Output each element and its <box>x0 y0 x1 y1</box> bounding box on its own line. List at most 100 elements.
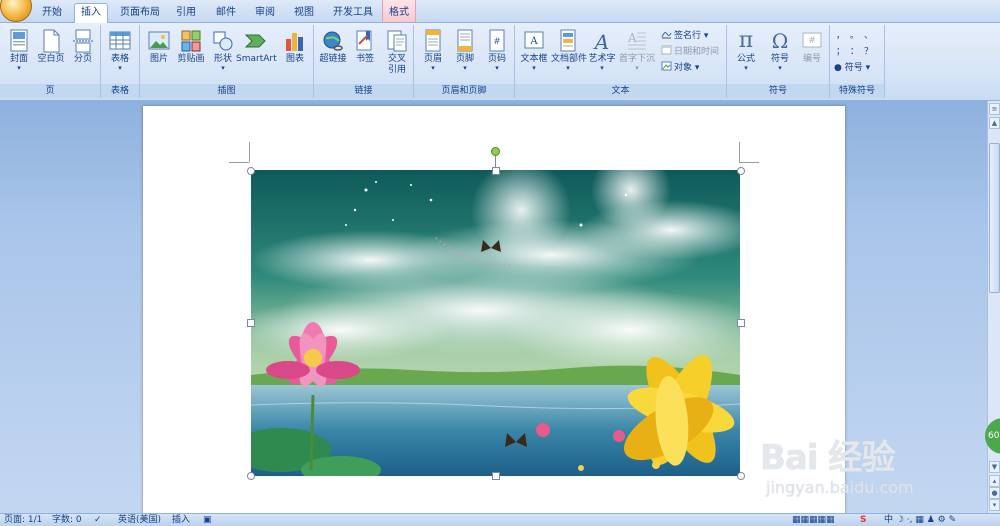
page-number-button[interactable]: # 页码 ▾ <box>480 27 514 81</box>
status-language[interactable]: 英语(美国) <box>118 514 161 526</box>
datetime-button[interactable]: 日期和时间 <box>661 45 719 59</box>
resize-handle-s[interactable] <box>492 472 500 480</box>
signature-label: 签名行 <box>674 31 702 41</box>
landscape-image <box>251 170 740 476</box>
office-button[interactable] <box>0 0 32 22</box>
clip-art-button[interactable]: 剪贴画 <box>174 27 208 81</box>
tab-developer[interactable]: 开发工具 <box>327 4 379 22</box>
tab-mailings[interactable]: 邮件 <box>210 4 242 22</box>
crop-mark <box>249 142 250 162</box>
equation-button[interactable]: π 公式 ▾ <box>729 27 763 81</box>
blank-page-icon <box>43 29 60 53</box>
picture-button[interactable]: 图片 <box>142 27 176 81</box>
textbox-icon: A <box>524 31 544 49</box>
ribbon-tab-bar: 开始 插入 页面布局 引用 邮件 审阅 视图 开发工具 格式 <box>0 0 1000 24</box>
baidu-jingyan-watermark: Bai 经验 jingyan.baidu.com <box>760 430 950 505</box>
signature-line-button[interactable]: 签名行 ▾ <box>661 29 708 43</box>
tab-home[interactable]: 开始 <box>36 4 68 22</box>
blank-page-button[interactable]: 空白页 <box>34 27 68 81</box>
select-browse-object-icon[interactable]: ● <box>989 487 1000 499</box>
scroll-down-icon[interactable]: ▼ <box>989 461 1000 473</box>
status-bar: 页面: 1/1 字数: 0 ✓ 英语(美国) 插入 ▣ ▦▦▦▦▦ S 中 ☽ … <box>0 513 1000 526</box>
resize-handle-se[interactable] <box>737 472 745 480</box>
footer-button[interactable]: 页脚 ▾ <box>448 27 482 81</box>
tab-review[interactable]: 审阅 <box>249 4 281 22</box>
spellcheck-icon[interactable]: ✓ <box>94 514 102 526</box>
special-symbol-button[interactable]: ● 符号 ▾ <box>834 61 870 75</box>
resize-handle-e[interactable] <box>737 319 745 327</box>
chevron-down-icon: ▾ <box>744 64 748 72</box>
chevron-down-icon: ▾ <box>463 64 467 72</box>
cross-reference-icon <box>387 30 407 52</box>
smartart-icon <box>245 34 266 48</box>
svg-text:A: A <box>529 36 538 47</box>
group-header-footer: 页眉 ▾ 页脚 ▾ # 页码 ▾ 页眉和页脚 <box>414 25 515 98</box>
chart-label: 图表 <box>285 54 304 64</box>
resize-handle-sw[interactable] <box>247 472 255 480</box>
special-mark-period[interactable]: 。 <box>850 29 859 43</box>
ime-toolbar[interactable]: 中 ☽ ·, ▦ ♟ ⚙ ✎ <box>884 514 956 526</box>
smartart-label: SmartArt <box>236 54 277 64</box>
status-word-count[interactable]: 字数: 0 <box>52 514 82 526</box>
status-page[interactable]: 页面: 1/1 <box>4 514 42 526</box>
rotate-handle[interactable] <box>491 147 500 156</box>
scroll-thumb[interactable] <box>989 143 1000 293</box>
special-mark-dunhao[interactable]: 、 <box>864 29 873 43</box>
group-label-symbols: 符号 <box>727 84 829 98</box>
tab-page-layout[interactable]: 页面布局 <box>114 4 166 22</box>
special-symbol-label: 符号 <box>844 63 863 73</box>
symbol-button[interactable]: Ω 符号 ▾ <box>763 27 797 81</box>
tab-format[interactable]: 格式 <box>382 0 416 22</box>
special-mark-question[interactable]: ？ <box>864 45 873 59</box>
wordart-button[interactable]: A 艺术字 ▾ <box>585 27 619 81</box>
table-button[interactable]: 表格 ▾ <box>103 27 137 81</box>
signature-icon <box>661 32 672 39</box>
ruler-toggle-icon[interactable]: ≡ <box>989 103 1000 115</box>
hyperlink-button[interactable]: 超链接 <box>316 27 350 81</box>
shapes-button[interactable]: 形状 ▾ <box>206 27 240 81</box>
tab-insert[interactable]: 插入 <box>74 3 108 24</box>
document-page[interactable] <box>143 106 845 526</box>
object-icon <box>661 61 672 71</box>
clip-art-icon <box>181 30 201 52</box>
group-symbols: π 公式 ▾ Ω 符号 ▾ # 编号 符号 <box>727 25 830 98</box>
bookmark-button[interactable]: 书签 <box>348 27 382 81</box>
group-label-table: 表格 <box>101 84 139 98</box>
ime-logo-icon[interactable]: S <box>860 514 866 526</box>
scroll-up-icon[interactable]: ▲ <box>989 117 1000 129</box>
dropcap-button[interactable]: A 首字下沉 ▾ <box>619 27 655 81</box>
smartart-button[interactable]: SmartArt <box>236 27 277 81</box>
special-mark-colon[interactable]: ： <box>850 45 859 59</box>
textbox-button[interactable]: A 文本框 ▾ <box>517 27 551 81</box>
tab-references[interactable]: 引用 <box>170 4 202 22</box>
special-mark-semicolon[interactable]: ； <box>836 45 845 59</box>
prev-page-icon[interactable]: ▴ <box>989 475 1000 487</box>
cover-page-icon <box>10 29 28 52</box>
cover-button[interactable]: 封面 ▾ <box>2 27 36 81</box>
next-page-icon[interactable]: ▾ <box>989 499 1000 511</box>
resize-handle-w[interactable] <box>247 319 255 327</box>
view-buttons[interactable]: ▦▦▦▦▦ <box>792 514 835 526</box>
inserted-picture[interactable] <box>251 170 740 476</box>
chevron-down-icon: ▾ <box>221 64 225 72</box>
header-button[interactable]: 页眉 ▾ <box>416 27 450 81</box>
resize-handle-ne[interactable] <box>737 167 745 175</box>
special-mark-comma[interactable]: ， <box>836 29 845 43</box>
tab-view[interactable]: 视图 <box>288 4 320 22</box>
status-insert-mode[interactable]: 插入 <box>172 514 190 526</box>
page-break-button[interactable]: 分页 <box>66 27 100 81</box>
omega-icon: Ω <box>771 29 789 53</box>
chart-button[interactable]: 图表 <box>278 27 312 81</box>
numbering-button[interactable]: # 编号 <box>795 27 829 81</box>
quick-parts-button[interactable]: 文档部件 ▾ <box>551 27 587 81</box>
macro-record-icon[interactable]: ▣ <box>203 514 212 526</box>
group-text: A 文本框 ▾ 文档部件 ▾ A 艺术字 ▾ A 首字下沉 ▾ 签名行 ▾ 日期… <box>515 25 727 98</box>
resize-handle-nw[interactable] <box>247 167 255 175</box>
bullet-icon: ● <box>834 63 842 73</box>
calendar-icon <box>661 45 672 55</box>
object-button[interactable]: 对象 ▾ <box>661 61 699 75</box>
bookmark-label: 书签 <box>355 54 374 64</box>
resize-handle-n[interactable] <box>492 167 500 175</box>
cross-reference-button[interactable]: 交叉 引用 <box>380 27 414 81</box>
crop-mark <box>739 162 759 163</box>
